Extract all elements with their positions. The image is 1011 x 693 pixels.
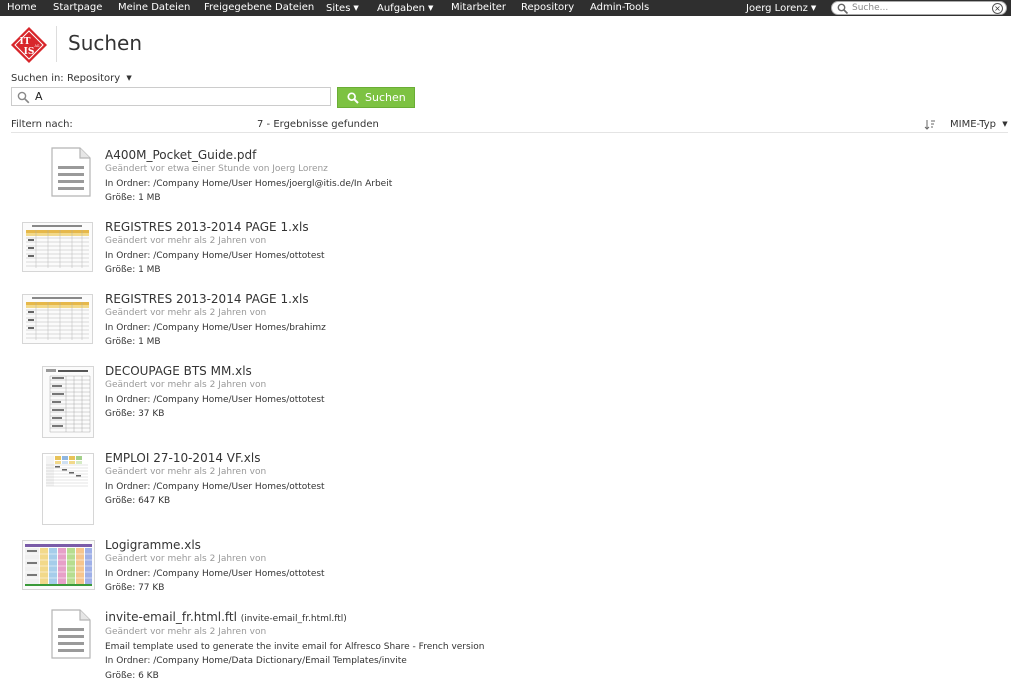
- result-title[interactable]: EMPLOI 27-10-2014 VF.xls: [105, 451, 260, 466]
- spreadsheet-thumbnail[interactable]: [22, 294, 93, 344]
- search-scope-value: Repository: [67, 73, 121, 84]
- result-title[interactable]: invite-email_fr.html.ftl: [105, 610, 237, 624]
- nav-startpage[interactable]: Startpage: [53, 1, 102, 15]
- search-icon: [837, 3, 849, 14]
- filter-label: Filtern nach:: [11, 119, 73, 130]
- user-menu[interactable]: Joerg Lorenz ▼: [746, 1, 816, 16]
- global-search-input[interactable]: [852, 2, 988, 14]
- result-folder[interactable]: In Ordner: /Company Home/User Homes/otto…: [105, 250, 325, 262]
- result-modified: Geändert vor mehr als 2 Jahren von: [105, 627, 267, 637]
- result-folder[interactable]: In Ordner: /Company Home/User Homes/brah…: [105, 322, 326, 334]
- sort-field-dropdown[interactable]: MIME-Typ ▼: [950, 119, 1008, 130]
- spreadsheet-thumbnail[interactable]: [22, 540, 95, 590]
- result-folder[interactable]: In Ordner: /Company Home/User Homes/otto…: [105, 481, 325, 493]
- chevron-down-icon: ▼: [810, 4, 817, 12]
- document-icon[interactable]: [46, 608, 94, 660]
- result-description: Email template used to generate the invi…: [105, 642, 485, 652]
- search-scope-label: Suchen in:: [11, 73, 64, 84]
- result-size: Größe: 1 MB: [105, 337, 161, 347]
- result-folder[interactable]: In Ordner: /Company Home/Data Dictionary…: [105, 655, 407, 667]
- search-icon: [347, 92, 359, 104]
- result-title[interactable]: A400M_Pocket_Guide.pdf: [105, 148, 256, 163]
- result-size: Größe: 6 KB: [105, 671, 159, 681]
- results-divider: [11, 132, 1008, 133]
- nav-home[interactable]: Home: [7, 1, 37, 15]
- logo-text-bottom: IS: [24, 47, 35, 57]
- header-divider: [56, 26, 57, 62]
- top-navigation-bar: Home Startpage Meine Dateien Freigegeben…: [0, 0, 1011, 16]
- clear-search-icon[interactable]: ×: [992, 3, 1003, 14]
- chevron-down-icon: ▼: [1002, 120, 1008, 128]
- result-modified: Geändert vor mehr als 2 Jahren von: [105, 236, 267, 246]
- nav-repository[interactable]: Repository: [521, 1, 574, 15]
- result-title[interactable]: Logigramme.xls: [105, 538, 201, 553]
- result-modified: Geändert vor mehr als 2 Jahren von: [105, 308, 267, 318]
- company-logo: IT IS AG: [11, 27, 47, 63]
- search-button-label: Suchen: [365, 91, 406, 104]
- user-name: Joerg Lorenz: [746, 3, 808, 14]
- result-count: 7 - Ergebnisse gefunden: [257, 119, 379, 130]
- result-size: Größe: 1 MB: [105, 265, 161, 275]
- nav-tasks-label: Aufgaben: [377, 3, 426, 14]
- page-title: Suchen: [68, 31, 143, 55]
- result-size: Größe: 77 KB: [105, 583, 165, 593]
- spreadsheet-thumbnail[interactable]: [22, 222, 93, 272]
- result-title-row: invite-email_fr.html.ftl (invite-email_f…: [105, 610, 347, 627]
- result-modified: Geändert vor etwa einer Stunde von Joerg…: [105, 164, 328, 174]
- spreadsheet-thumbnail[interactable]: [42, 366, 94, 438]
- sort-field-label: MIME-Typ: [950, 119, 997, 130]
- nav-sites[interactable]: Sites ▼: [326, 1, 359, 16]
- search-icon: [17, 91, 30, 104]
- result-folder[interactable]: In Ordner: /Company Home/User Homes/otto…: [105, 394, 325, 406]
- result-folder[interactable]: In Ordner: /Company Home/User Homes/joer…: [105, 178, 392, 190]
- search-button[interactable]: Suchen: [337, 87, 415, 108]
- result-size: Größe: 37 KB: [105, 409, 165, 419]
- result-size: Größe: 1 MB: [105, 193, 161, 203]
- logo-text-top: IT: [20, 37, 31, 47]
- search-scope-dropdown[interactable]: Repository ▼: [67, 73, 132, 84]
- result-size: Größe: 647 KB: [105, 496, 171, 506]
- global-search: ×: [831, 1, 1007, 15]
- result-title[interactable]: REGISTRES 2013-2014 PAGE 1.xls: [105, 220, 309, 235]
- result-title[interactable]: REGISTRES 2013-2014 PAGE 1.xls: [105, 292, 309, 307]
- search-box: [11, 87, 331, 106]
- result-modified: Geändert vor mehr als 2 Jahren von: [105, 467, 267, 477]
- result-title-secondary: (invite-email_fr.html.ftl): [240, 614, 347, 624]
- chevron-down-icon: ▼: [428, 4, 434, 12]
- nav-people[interactable]: Mitarbeiter: [451, 1, 506, 15]
- chevron-down-icon: ▼: [353, 4, 359, 12]
- result-modified: Geändert vor mehr als 2 Jahren von: [105, 380, 267, 390]
- result-folder[interactable]: In Ordner: /Company Home/User Homes/otto…: [105, 568, 325, 580]
- sort-order-icon[interactable]: [924, 119, 936, 130]
- nav-shared-files[interactable]: Freigegebene Dateien: [204, 1, 314, 15]
- nav-admin-tools[interactable]: Admin-Tools: [590, 1, 649, 15]
- spreadsheet-thumbnail[interactable]: [42, 453, 94, 525]
- nav-my-files[interactable]: Meine Dateien: [118, 1, 190, 15]
- chevron-down-icon: ▼: [126, 74, 132, 82]
- result-title[interactable]: DECOUPAGE BTS MM.xls: [105, 364, 252, 379]
- document-icon[interactable]: [46, 146, 94, 198]
- nav-tasks[interactable]: Aufgaben ▼: [377, 1, 433, 16]
- nav-sites-label: Sites: [326, 3, 351, 14]
- search-input[interactable]: [35, 89, 325, 104]
- logo-text-small: AG: [34, 44, 39, 48]
- result-modified: Geändert vor mehr als 2 Jahren von: [105, 554, 267, 564]
